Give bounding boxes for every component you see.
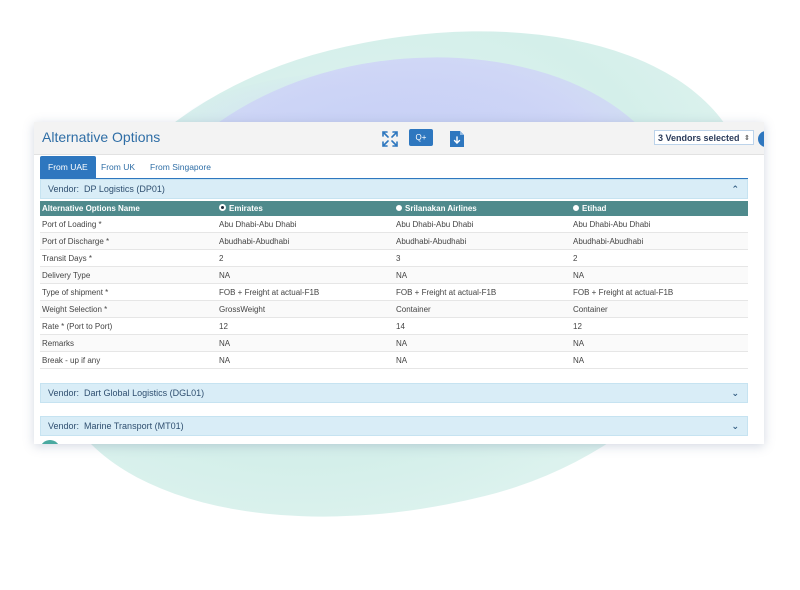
table-cell: 14: [394, 317, 571, 335]
table-cell: 2: [571, 249, 748, 267]
add-query-button[interactable]: Q+: [409, 129, 433, 146]
vendor-select-value: 3 Vendors selected: [658, 133, 740, 143]
page-title: Alternative Options: [42, 129, 161, 145]
table-cell: 2: [217, 249, 394, 267]
table-cell: Abudhabi-Abudhabi: [394, 232, 571, 250]
chevron-down-icon[interactable]: ⌄: [731, 384, 739, 402]
table-row: Remarks NA NA NA: [40, 334, 748, 352]
vendor-label-dgl01: Vendor: Dart Global Logistics (DGL01): [48, 384, 204, 402]
table-cell: Container: [571, 300, 748, 318]
table-row: Delivery Type NA NA NA: [40, 266, 748, 284]
table-row: Port of Loading * Abu Dhabi-Abu Dhabi Abu …: [40, 216, 748, 233]
download-file-icon[interactable]: [449, 130, 465, 148]
table-cell: NA: [571, 334, 748, 352]
vendor-select-dropdown[interactable]: 3 Vendors selected ⇕: [654, 130, 754, 145]
vendor-label-dp01: Vendor: DP Logistics (DP01): [48, 180, 165, 198]
help-icon[interactable]: [758, 131, 764, 147]
table-cell: Container: [394, 300, 571, 318]
table-header-row: Alternative Options Name Emirates Srilan…: [40, 201, 748, 216]
option-label-etihad: Etihad: [582, 204, 607, 213]
table-cell: Abudhabi-Abudhabi: [571, 232, 748, 250]
vendor-prefix: Vendor:: [48, 388, 80, 398]
select-caret-icon: ⇕: [744, 135, 750, 142]
chat-bubble-icon[interactable]: [40, 440, 60, 444]
table-cell: NA: [217, 351, 394, 369]
vendor-accordion-dgl01[interactable]: Vendor: Dart Global Logistics (DGL01) ⌄: [40, 383, 748, 403]
table-cell: FOB + Freight at actual-F1B: [217, 283, 394, 301]
expand-arrows-icon[interactable]: [382, 131, 398, 147]
radio-etihad[interactable]: [573, 205, 579, 211]
table-cell: NA: [217, 266, 394, 284]
table-cell: Abu Dhabi-Abu Dhabi: [394, 216, 571, 233]
table-cell: GrossWeight: [217, 300, 394, 318]
panel-header: Alternative Options Q+ 3 Vendors selecte…: [34, 122, 764, 155]
column-header-srilankan[interactable]: Srilanakan Airlines: [394, 201, 571, 216]
row-label: Rate * (Port to Port): [40, 317, 217, 335]
table-cell: Abu Dhabi-Abu Dhabi: [571, 216, 748, 233]
tab-from-singapore[interactable]: From Singapore: [150, 156, 211, 178]
table-cell: NA: [394, 266, 571, 284]
table-cell: 12: [571, 317, 748, 335]
tab-from-uae[interactable]: From UAE: [40, 156, 96, 178]
radio-emirates[interactable]: [219, 204, 226, 211]
column-header-etihad[interactable]: Etihad: [571, 201, 748, 216]
table-cell: Abu Dhabi-Abu Dhabi: [217, 216, 394, 233]
row-label: Port of Discharge *: [40, 232, 217, 250]
column-header-emirates[interactable]: Emirates: [217, 201, 394, 216]
option-label-srilankan: Srilanakan Airlines: [405, 204, 477, 213]
tab-from-uk[interactable]: From UK: [101, 156, 135, 178]
vendor-name: Dart Global Logistics (DGL01): [84, 388, 205, 398]
table-row: Weight Selection * GrossWeight Container Co…: [40, 300, 748, 318]
alternative-options-table: Alternative Options Name Emirates Srilan…: [40, 201, 748, 369]
table-row: Type of shipment * FOB + Freight at actua…: [40, 283, 748, 301]
option-label-emirates: Emirates: [229, 204, 263, 213]
table-row: Break - up if any NA NA NA: [40, 351, 748, 369]
table-cell: Abudhabi-Abudhabi: [217, 232, 394, 250]
vendor-name: Marine Transport (MT01): [84, 421, 184, 431]
alternative-options-panel: Alternative Options Q+ 3 Vendors selecte…: [34, 122, 764, 444]
row-label: Delivery Type: [40, 266, 217, 284]
table-cell: 12: [217, 317, 394, 335]
chevron-up-icon[interactable]: ⌃: [731, 180, 739, 198]
table-cell: FOB + Freight at actual-F1B: [571, 283, 748, 301]
table-cell: NA: [217, 334, 394, 352]
column-header-option-name: Alternative Options Name: [40, 201, 217, 216]
table-cell: NA: [571, 266, 748, 284]
vendor-prefix: Vendor:: [48, 421, 80, 431]
vendor-accordion-mt01[interactable]: Vendor: Marine Transport (MT01) ⌄: [40, 416, 748, 436]
vendor-label-mt01: Vendor: Marine Transport (MT01): [48, 417, 184, 435]
row-label: Transit Days *: [40, 249, 217, 267]
table-cell: NA: [394, 334, 571, 352]
table-row: Rate * (Port to Port) 12 14 12: [40, 317, 748, 335]
chevron-down-icon[interactable]: ⌄: [731, 417, 739, 435]
vendor-accordion-dp01[interactable]: Vendor: DP Logistics (DP01) ⌃: [40, 179, 748, 199]
row-label: Port of Loading *: [40, 216, 217, 233]
row-label: Weight Selection *: [40, 300, 217, 318]
vendor-name: DP Logistics (DP01): [84, 184, 165, 194]
row-label: Break - up if any: [40, 351, 217, 369]
table-cell: NA: [394, 351, 571, 369]
vendor-prefix: Vendor:: [48, 184, 80, 194]
table-cell: 3: [394, 249, 571, 267]
row-label: Remarks: [40, 334, 217, 352]
table-row: Port of Discharge * Abudhabi-Abudhabi Abud…: [40, 232, 748, 250]
table-cell: NA: [571, 351, 748, 369]
row-label: Type of shipment *: [40, 283, 217, 301]
table-row: Transit Days * 2 3 2: [40, 249, 748, 267]
table-cell: FOB + Freight at actual-F1B: [394, 283, 571, 301]
radio-srilankan[interactable]: [396, 205, 402, 211]
